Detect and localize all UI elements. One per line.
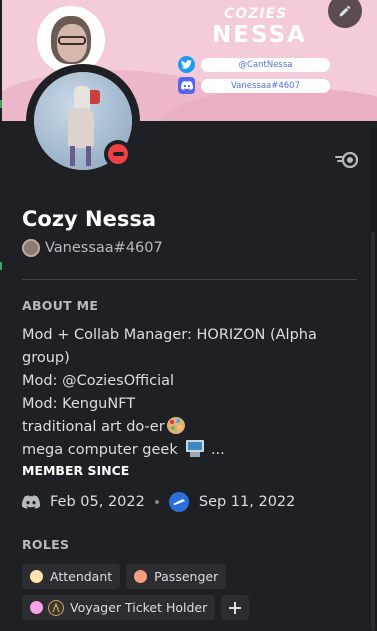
about-line-text: traditional art do-er bbox=[22, 419, 165, 435]
twitter-handle: @CantNessa bbox=[201, 57, 330, 72]
pencil-icon bbox=[339, 5, 351, 17]
role-passenger[interactable]: Passenger bbox=[126, 564, 227, 589]
discord-link[interactable]: Vanessaa#4607 bbox=[178, 77, 330, 94]
role-name: Voyager Ticket Holder bbox=[70, 600, 208, 615]
about-line-art: traditional art do-er bbox=[22, 416, 357, 439]
discord-icon bbox=[22, 495, 40, 509]
artist-palette-icon bbox=[166, 417, 185, 434]
banner-brand: COZIES bbox=[224, 6, 288, 22]
plus-icon bbox=[229, 601, 242, 614]
photo-glasses bbox=[58, 36, 86, 45]
add-role-button[interactable] bbox=[221, 595, 250, 620]
member-since-dates: Feb 05, 2022 Sep 11, 2022 bbox=[22, 492, 295, 512]
desktop-computer-icon bbox=[184, 440, 206, 457]
user-tag-text: Vanessaa#4607 bbox=[45, 240, 163, 256]
ticket-icon bbox=[48, 599, 64, 616]
nitro-badge-icon[interactable] bbox=[335, 150, 359, 170]
display-name: Cozy Nessa bbox=[22, 207, 157, 231]
separator-dot bbox=[154, 500, 159, 504]
about-line-computer: mega computer geek ... bbox=[22, 439, 357, 462]
scrollbar-thumb[interactable] bbox=[371, 232, 375, 631]
about-line: Mod: @CoziesOfficial bbox=[22, 373, 175, 389]
about-me-title: ABOUT ME bbox=[22, 298, 99, 313]
banner-name: NESSA bbox=[212, 22, 307, 48]
twitter-link[interactable]: @CantNessa bbox=[178, 56, 330, 73]
about-line: group) bbox=[22, 350, 70, 366]
divider bbox=[22, 279, 357, 280]
about-line: Mod + Collab Manager: HORIZON (Alpha bbox=[22, 327, 317, 343]
user-tag: Vanessaa#4607 bbox=[22, 239, 163, 257]
status-indicator bbox=[104, 140, 132, 168]
about-line: Mod: KenguNFT bbox=[22, 396, 136, 412]
about-line-text: mega computer geek bbox=[22, 442, 178, 458]
role-color-dot bbox=[134, 570, 148, 583]
role-color-dot bbox=[30, 601, 43, 614]
member-since-title: MEMBER SINCE bbox=[22, 463, 130, 478]
server-icon bbox=[168, 492, 189, 512]
role-voyager-ticket-holder[interactable]: Voyager Ticket Holder bbox=[22, 595, 216, 620]
user-profile-popout: COZIES NESSA @CantNessa Vanessaa#4607 Co… bbox=[2, 0, 377, 631]
discord-join-date: Feb 05, 2022 bbox=[50, 494, 145, 510]
roles-title: ROLES bbox=[22, 537, 70, 552]
role-attendant[interactable]: Attendant bbox=[22, 564, 121, 589]
roles-list: Attendant Passenger Voyager Ticket Holde… bbox=[22, 564, 362, 620]
role-color-dot bbox=[30, 570, 43, 583]
role-name: Attendant bbox=[50, 569, 113, 584]
discord-handle: Vanessaa#4607 bbox=[201, 78, 330, 93]
dnd-icon bbox=[108, 144, 128, 164]
avatar-figure-body bbox=[68, 108, 94, 148]
about-me-text: Mod + Collab Manager: HORIZON (Alpha gro… bbox=[22, 324, 357, 462]
mini-avatar bbox=[22, 239, 40, 257]
avatar-figure-leg bbox=[70, 146, 75, 166]
server-join-date: Sep 11, 2022 bbox=[198, 494, 296, 510]
twitter-icon bbox=[178, 56, 195, 73]
role-name: Passenger bbox=[154, 569, 219, 584]
about-more: ... bbox=[210, 442, 225, 458]
discord-icon bbox=[178, 77, 195, 94]
avatar-figure-leg bbox=[86, 146, 91, 166]
